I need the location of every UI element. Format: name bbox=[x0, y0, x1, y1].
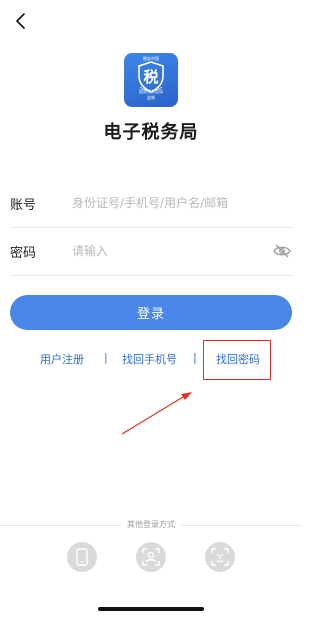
logo-bottom-text: 国家税务总局 监制 bbox=[124, 89, 178, 101]
login-page: 税务中国 税 国家税务总局 监制 电子税务局 账号 密码 登录 用户注册 | 找… bbox=[0, 0, 302, 620]
account-row: 账号 bbox=[10, 179, 292, 228]
annotation-arrow-icon bbox=[121, 392, 192, 435]
link-separator: | bbox=[193, 351, 197, 364]
password-input[interactable] bbox=[72, 244, 272, 258]
face-portrait-icon bbox=[142, 548, 160, 566]
phone-icon bbox=[76, 548, 88, 566]
other-login-label: 其他登录方式 bbox=[121, 519, 181, 530]
account-label: 账号 bbox=[10, 197, 37, 213]
login-button[interactable]: 登录 bbox=[10, 295, 292, 330]
app-title: 电子税务局 bbox=[103, 122, 199, 143]
toggle-password-visibility-button[interactable] bbox=[272, 241, 292, 261]
find-phone-link[interactable]: 找回手机号 bbox=[122, 351, 177, 367]
account-input[interactable] bbox=[72, 196, 292, 210]
other-login-divider: 其他登录方式 bbox=[0, 519, 302, 531]
eye-hidden-icon bbox=[273, 244, 291, 258]
register-link[interactable]: 用户注册 bbox=[40, 351, 84, 367]
face-scan-login-button[interactable] bbox=[205, 542, 235, 572]
logo-top-text: 税务中国 bbox=[143, 56, 159, 61]
link-separator: | bbox=[104, 351, 108, 364]
password-label: 密码 bbox=[10, 245, 37, 261]
phone-login-button[interactable] bbox=[67, 542, 97, 572]
highlight-box bbox=[203, 340, 271, 380]
face-login-button[interactable] bbox=[136, 542, 166, 572]
logo-center-char: 税 bbox=[143, 68, 159, 86]
back-button[interactable] bbox=[10, 10, 32, 32]
app-logo: 税务中国 税 国家税务总局 监制 bbox=[124, 53, 178, 107]
face-scan-icon bbox=[211, 548, 229, 566]
chevron-left-icon bbox=[16, 13, 25, 29]
password-row: 密码 bbox=[10, 227, 292, 276]
home-indicator bbox=[98, 607, 204, 611]
logo-bottom-line2: 监制 bbox=[147, 95, 155, 100]
